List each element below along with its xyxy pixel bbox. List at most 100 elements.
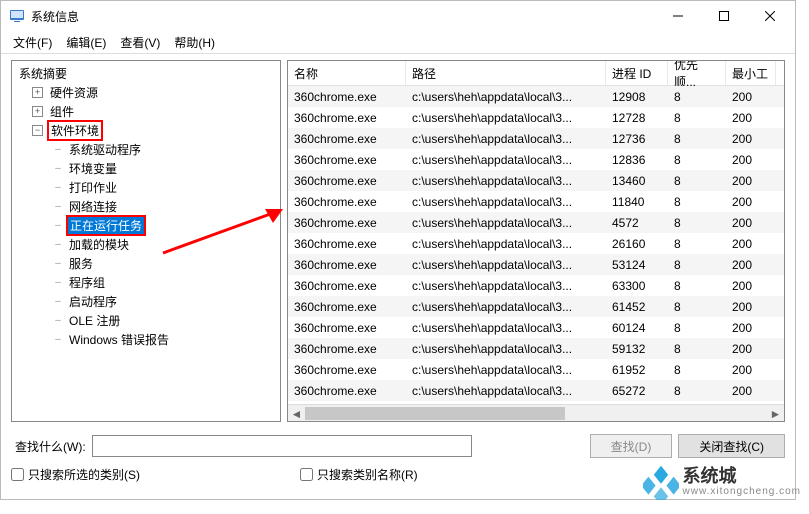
cell-min: 200	[726, 235, 776, 253]
cell-name: 360chrome.exe	[288, 109, 406, 127]
find-button[interactable]: 查找(D)	[590, 434, 673, 458]
table-row[interactable]: 360chrome.exec:\users\heh\appdata\local\…	[288, 170, 784, 191]
tree-components[interactable]: +组件	[12, 102, 280, 121]
cell-prio: 8	[668, 361, 726, 379]
scroll-right-icon[interactable]: ►	[767, 405, 784, 422]
col-min[interactable]: 最小工	[726, 61, 776, 86]
leaf-icon: –	[52, 334, 64, 345]
cell-name: 360chrome.exe	[288, 193, 406, 211]
cell-pid: 12736	[606, 130, 668, 148]
table-row[interactable]: 360chrome.exec:\users\heh\appdata\local\…	[288, 86, 784, 107]
cell-pid: 61952	[606, 361, 668, 379]
cell-path: c:\users\heh\appdata\local\3...	[406, 193, 606, 211]
cell-pid: 12728	[606, 109, 668, 127]
table-row[interactable]: 360chrome.exec:\users\heh\appdata\local\…	[288, 380, 784, 401]
table-row[interactable]: 360chrome.exec:\users\heh\appdata\local\…	[288, 359, 784, 380]
table-row[interactable]: 360chrome.exec:\users\heh\appdata\local\…	[288, 107, 784, 128]
tree-startup[interactable]: –启动程序	[12, 292, 280, 311]
collapse-icon[interactable]: −	[32, 125, 43, 136]
category-tree[interactable]: 系统摘要 +硬件资源 +组件 −软件环境 –系统驱动程序 –环境变量 –打印作业…	[11, 60, 281, 422]
close-button[interactable]	[747, 1, 793, 31]
leaf-icon: –	[52, 277, 64, 288]
cell-name: 360chrome.exe	[288, 151, 406, 169]
table-body[interactable]: 360chrome.exec:\users\heh\appdata\local\…	[288, 86, 784, 404]
table-row[interactable]: 360chrome.exec:\users\heh\appdata\local\…	[288, 128, 784, 149]
cell-name: 360chrome.exe	[288, 361, 406, 379]
table-row[interactable]: 360chrome.exec:\users\heh\appdata\local\…	[288, 254, 784, 275]
scroll-thumb[interactable]	[305, 407, 565, 420]
col-name[interactable]: 名称	[288, 61, 406, 86]
table-row[interactable]: 360chrome.exec:\users\heh\appdata\local\…	[288, 233, 784, 254]
cell-pid: 13460	[606, 172, 668, 190]
expand-icon[interactable]: +	[32, 87, 43, 98]
cell-name: 360chrome.exe	[288, 214, 406, 232]
tree-hardware[interactable]: +硬件资源	[12, 83, 280, 102]
expand-icon[interactable]: +	[32, 106, 43, 117]
table-row[interactable]: 360chrome.exec:\users\heh\appdata\local\…	[288, 338, 784, 359]
table-row[interactable]: 360chrome.exec:\users\heh\appdata\local\…	[288, 317, 784, 338]
only-catname-checkbox[interactable]: 只搜索类别名称(R)	[300, 466, 418, 483]
menu-view[interactable]: 查看(V)	[114, 32, 166, 53]
leaf-icon: –	[52, 315, 64, 326]
menu-file[interactable]: 文件(F)	[7, 32, 58, 53]
table-row[interactable]: 360chrome.exec:\users\heh\appdata\local\…	[288, 275, 784, 296]
cell-min: 200	[726, 277, 776, 295]
tree-software-env[interactable]: −软件环境	[12, 121, 280, 140]
cell-pid: 59132	[606, 340, 668, 358]
cell-name: 360chrome.exe	[288, 172, 406, 190]
table-row[interactable]: 360chrome.exec:\users\heh\appdata\local\…	[288, 296, 784, 317]
cell-min: 200	[726, 193, 776, 211]
cell-min: 200	[726, 88, 776, 106]
window-title: 系统信息	[31, 8, 655, 25]
cell-prio: 8	[668, 277, 726, 295]
tree-print[interactable]: –打印作业	[12, 178, 280, 197]
cell-name: 360chrome.exe	[288, 235, 406, 253]
minimize-button[interactable]	[655, 1, 701, 31]
tree-groups[interactable]: –程序组	[12, 273, 280, 292]
search-input[interactable]	[92, 435, 472, 457]
tree-net[interactable]: –网络连接	[12, 197, 280, 216]
menu-edit[interactable]: 编辑(E)	[60, 32, 112, 53]
cell-min: 200	[726, 382, 776, 400]
search-label: 查找什么(W):	[15, 438, 86, 455]
cell-pid: 4572	[606, 214, 668, 232]
horizontal-scrollbar[interactable]: ◄ ►	[288, 404, 784, 421]
cell-min: 200	[726, 361, 776, 379]
menu-help[interactable]: 帮助(H)	[168, 32, 221, 53]
scroll-track[interactable]	[305, 405, 767, 421]
cell-path: c:\users\heh\appdata\local\3...	[406, 214, 606, 232]
tree-tasks[interactable]: –正在运行任务	[12, 216, 280, 235]
tree-werr[interactable]: –Windows 错误报告	[12, 330, 280, 349]
cell-path: c:\users\heh\appdata\local\3...	[406, 88, 606, 106]
table-row[interactable]: 360chrome.exec:\users\heh\appdata\local\…	[288, 149, 784, 170]
close-find-button[interactable]: 关闭查找(C)	[678, 434, 785, 458]
col-pid[interactable]: 进程 ID	[606, 61, 668, 86]
tree-drivers[interactable]: –系统驱动程序	[12, 140, 280, 159]
leaf-icon: –	[52, 296, 64, 307]
tree-env[interactable]: –环境变量	[12, 159, 280, 178]
table-row[interactable]: 360chrome.exec:\users\heh\appdata\local\…	[288, 191, 784, 212]
cell-name: 360chrome.exe	[288, 382, 406, 400]
cell-name: 360chrome.exe	[288, 340, 406, 358]
only-selected-checkbox[interactable]: 只搜索所选的类别(S)	[11, 466, 140, 483]
cell-prio: 8	[668, 340, 726, 358]
leaf-icon: –	[52, 220, 64, 231]
cell-path: c:\users\heh\appdata\local\3...	[406, 298, 606, 316]
cell-path: c:\users\heh\appdata\local\3...	[406, 109, 606, 127]
tree-services[interactable]: –服务	[12, 254, 280, 273]
cell-prio: 8	[668, 130, 726, 148]
scroll-left-icon[interactable]: ◄	[288, 405, 305, 422]
table-row[interactable]: 360chrome.exec:\users\heh\appdata\local\…	[288, 212, 784, 233]
maximize-button[interactable]	[701, 1, 747, 31]
cell-path: c:\users\heh\appdata\local\3...	[406, 151, 606, 169]
tree-ole[interactable]: –OLE 注册	[12, 311, 280, 330]
cell-pid: 61452	[606, 298, 668, 316]
cell-name: 360chrome.exe	[288, 88, 406, 106]
leaf-icon: –	[52, 163, 64, 174]
leaf-icon: –	[52, 258, 64, 269]
col-path[interactable]: 路径	[406, 61, 606, 86]
tree-modules[interactable]: –加载的模块	[12, 235, 280, 254]
cell-name: 360chrome.exe	[288, 130, 406, 148]
cell-path: c:\users\heh\appdata\local\3...	[406, 382, 606, 400]
tree-root[interactable]: 系统摘要	[12, 64, 280, 83]
